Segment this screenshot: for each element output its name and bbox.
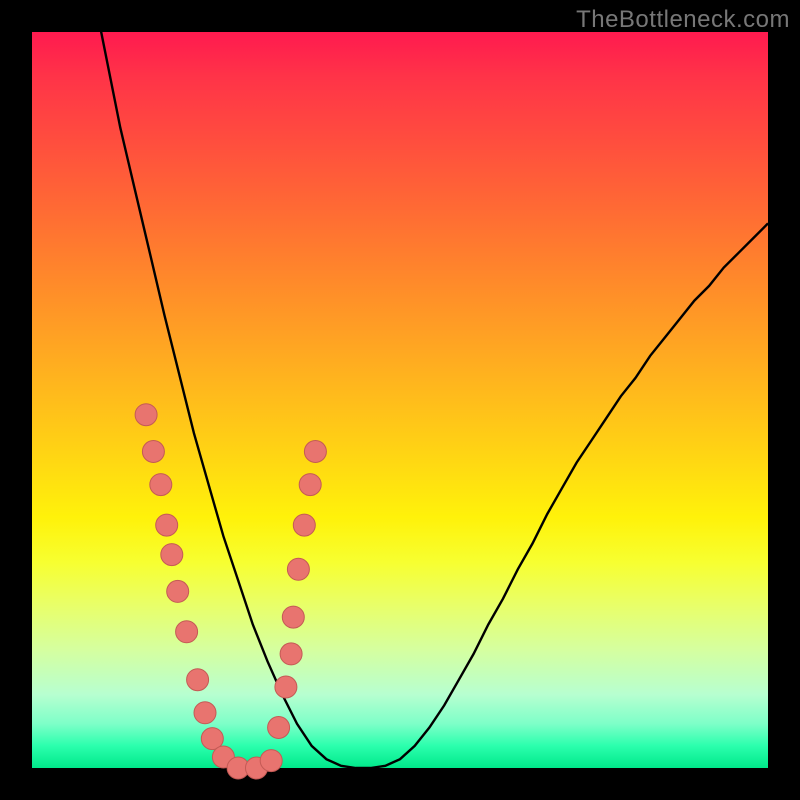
plot-area bbox=[32, 32, 768, 768]
curve-marker bbox=[135, 404, 157, 426]
curve-marker bbox=[282, 606, 304, 628]
curve-marker bbox=[268, 717, 290, 739]
curve-marker bbox=[287, 558, 309, 580]
curve-marker bbox=[187, 669, 209, 691]
curve-marker bbox=[299, 474, 321, 496]
curve-marker bbox=[156, 514, 178, 536]
curve-svg bbox=[32, 32, 768, 768]
watermark-text: TheBottleneck.com bbox=[576, 6, 790, 34]
curve-marker bbox=[150, 474, 172, 496]
curve-marker bbox=[304, 441, 326, 463]
curve-marker bbox=[260, 750, 282, 772]
curve-marker bbox=[280, 643, 302, 665]
curve-marker bbox=[167, 580, 189, 602]
curve-marker bbox=[275, 676, 297, 698]
chart-frame: TheBottleneck.com bbox=[0, 0, 800, 800]
curve-marker bbox=[293, 514, 315, 536]
curve-marker bbox=[194, 702, 216, 724]
curve-marker bbox=[161, 544, 183, 566]
curve-marker bbox=[176, 621, 198, 643]
curve-marker bbox=[142, 441, 164, 463]
bottleneck-curve bbox=[91, 0, 768, 768]
